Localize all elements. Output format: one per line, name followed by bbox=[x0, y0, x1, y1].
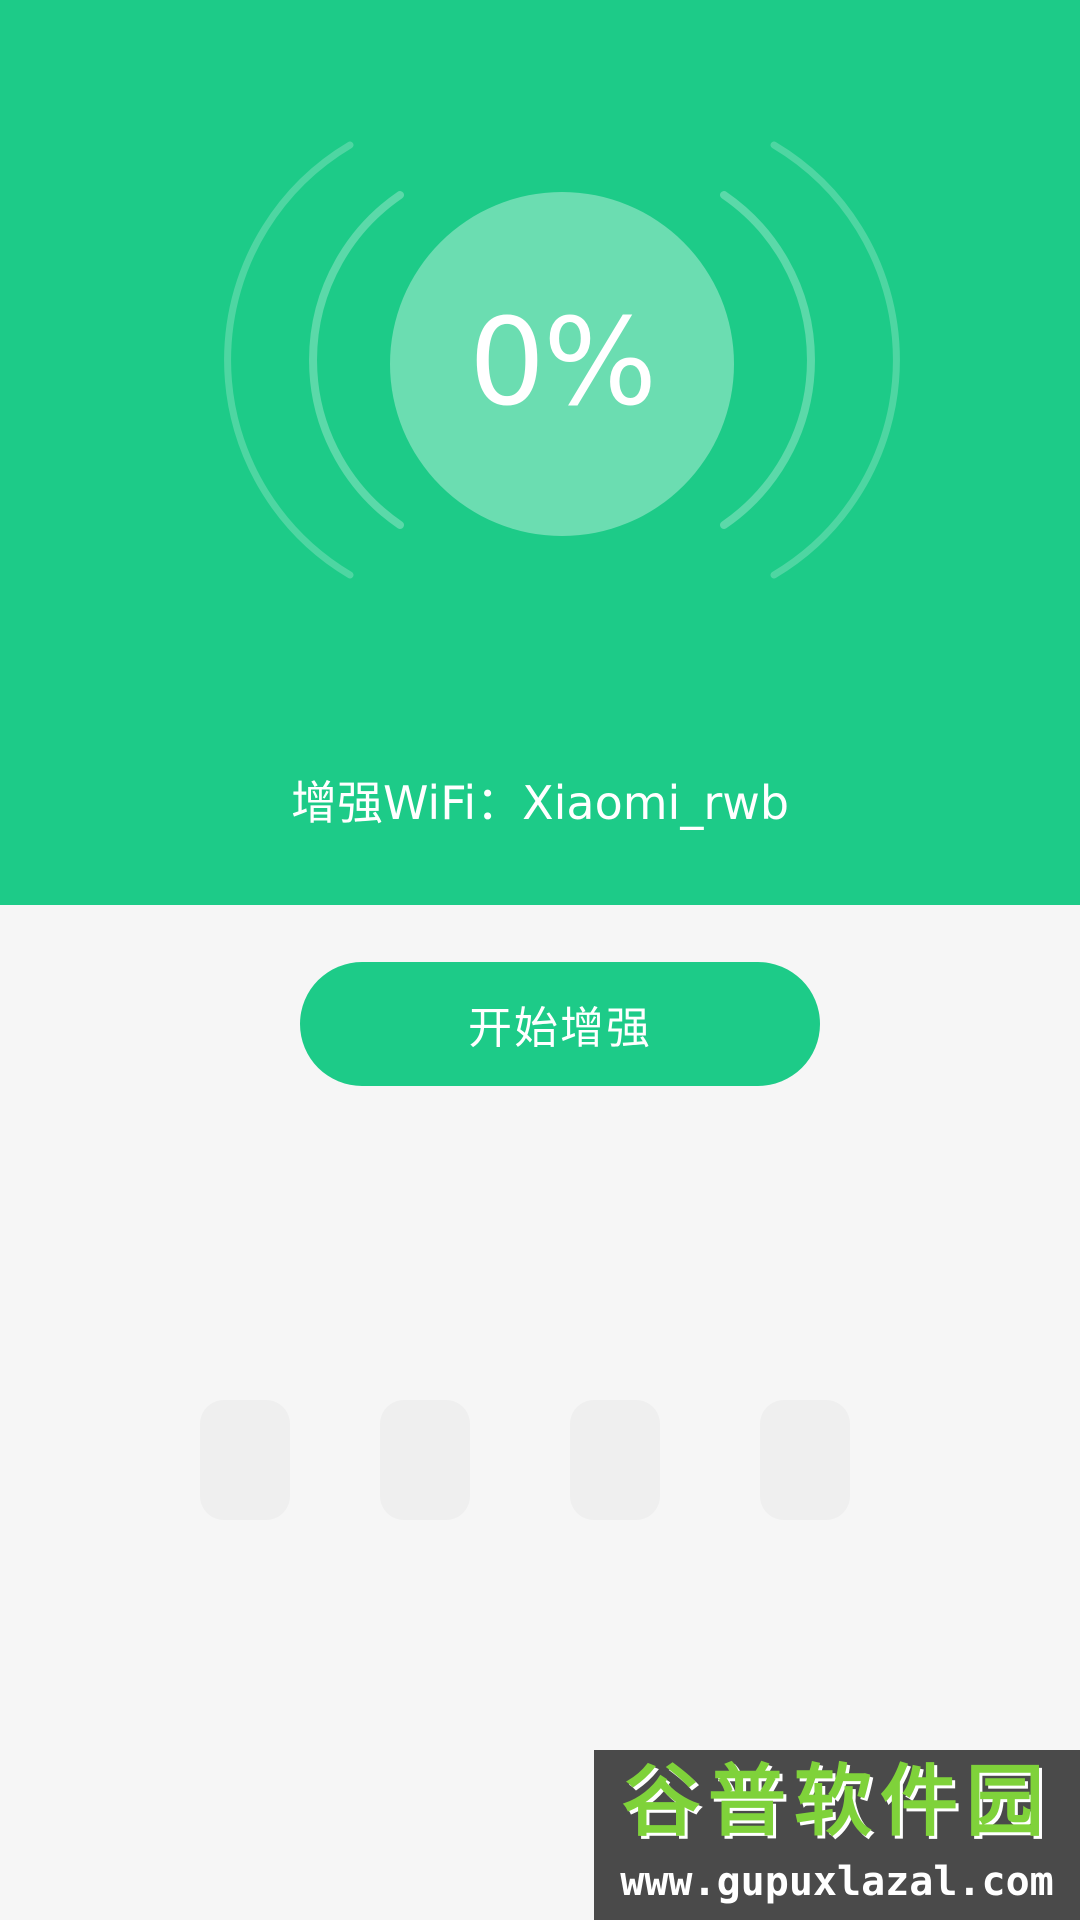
faded-icon bbox=[570, 1400, 660, 1520]
signal-wave-left-outer bbox=[224, 141, 354, 579]
signal-wave-right-outer bbox=[770, 141, 900, 579]
wifi-network-label: 增强WiFi：Xiaomi_rwb bbox=[290, 776, 790, 830]
watermark-url: www.gupuxlazal.com bbox=[620, 1859, 1054, 1905]
faded-icon bbox=[760, 1400, 850, 1520]
hero-panel: 0% 增强WiFi：Xiaomi_rwb bbox=[0, 0, 1080, 905]
progress-percentage: 0% bbox=[468, 294, 657, 433]
watermark-title: 谷普软件园 bbox=[621, 1757, 1052, 1847]
site-watermark: 谷普软件园 www.gupuxlazal.com bbox=[594, 1750, 1080, 1920]
faded-feature-icons bbox=[180, 1400, 960, 1540]
faded-icon bbox=[200, 1400, 290, 1520]
start-boost-button[interactable]: 开始增强 bbox=[300, 962, 820, 1086]
signal-wave-right-inner bbox=[720, 191, 815, 529]
faded-icon bbox=[380, 1400, 470, 1520]
signal-wave-left-inner bbox=[309, 191, 404, 529]
progress-circle: 0% bbox=[390, 192, 734, 536]
